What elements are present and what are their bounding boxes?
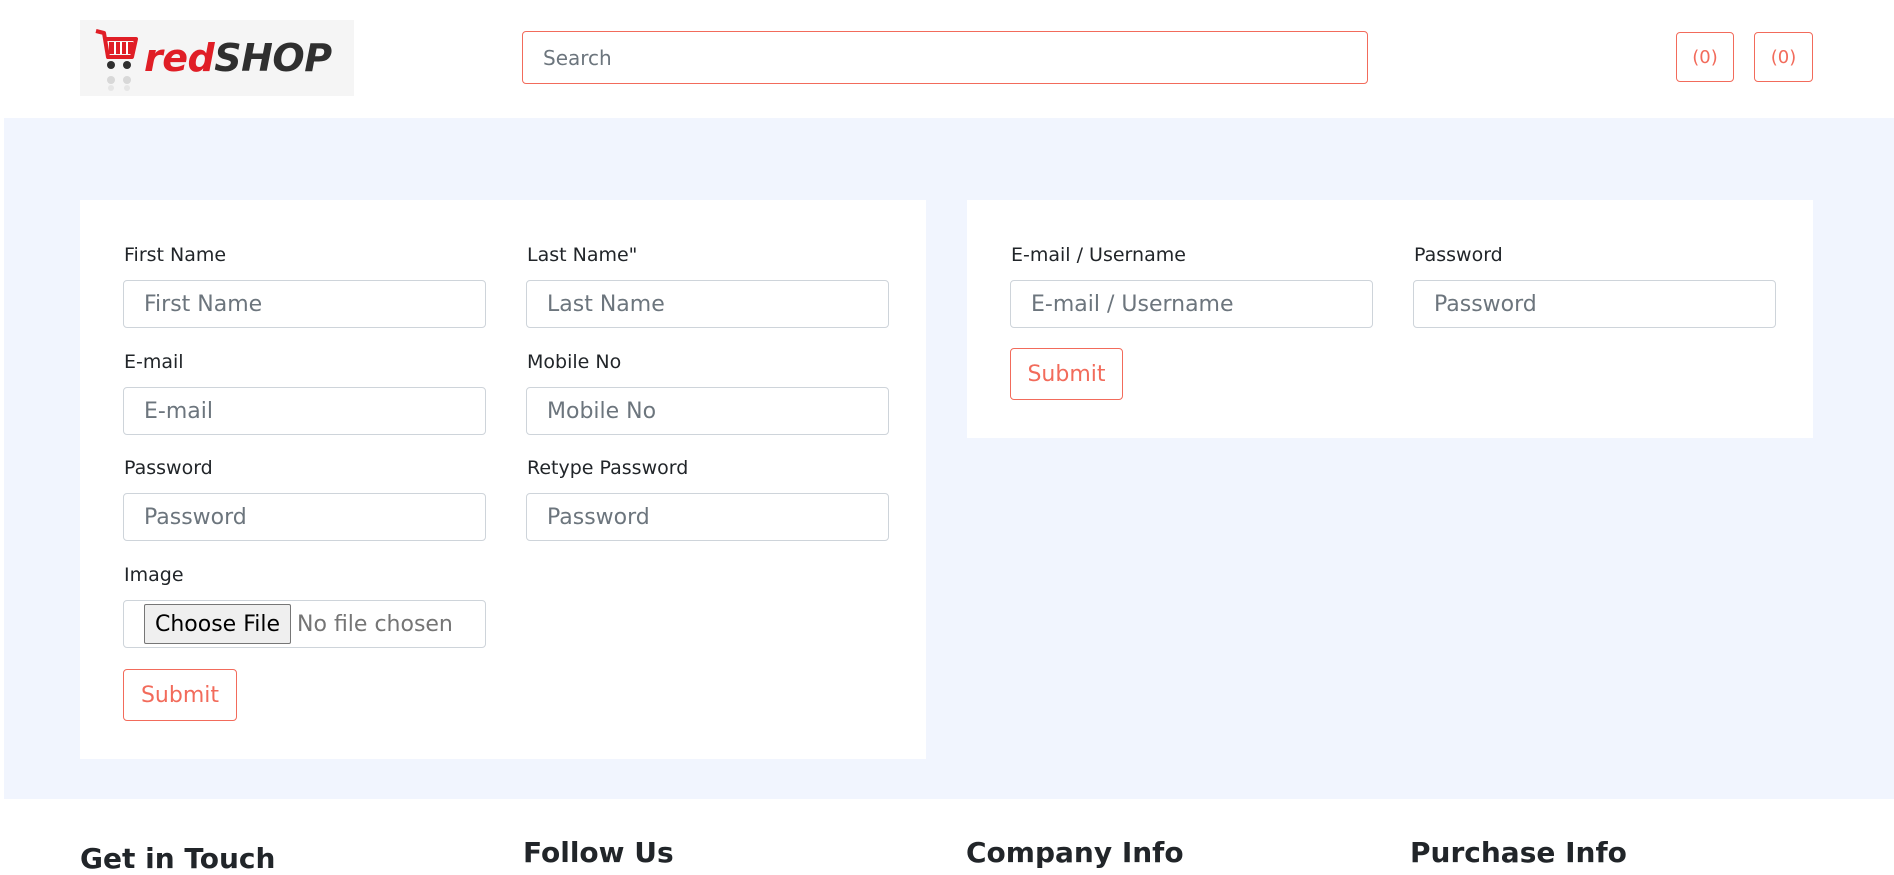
mobile-input[interactable] [526,387,889,435]
email-input[interactable] [123,387,486,435]
email-label: E-mail [124,351,184,373]
login-password-input[interactable] [1413,280,1776,328]
first-name-label: First Name [124,244,227,266]
image-label: Image [124,564,184,586]
first-name-input[interactable] [123,280,486,328]
password-label: Password [124,457,213,479]
site-header: redSHOP (0) (0) [0,0,1894,118]
logo-wordmark: redSHOP [144,36,332,80]
footer-heading-purchase-info: Purchase Info [1410,836,1627,869]
registration-form: First Name Last Name" E-mail Mobile No P… [80,200,926,759]
logo-text-red: red [144,36,215,80]
login-submit-button[interactable]: Submit [1010,348,1123,400]
main-content: First Name Last Name" E-mail Mobile No P… [4,118,1894,799]
search-input[interactable] [522,31,1368,84]
last-name-label: Last Name" [527,244,638,266]
register-submit-button[interactable]: Submit [123,669,237,721]
login-form: E-mail / Username Password Submit [967,200,1813,438]
shopping-cart-icon [95,29,138,91]
retype-password-input[interactable] [526,493,889,541]
password-input[interactable] [123,493,486,541]
username-label: E-mail / Username [1011,244,1186,266]
footer-heading-get-in-touch: Get in Touch [80,842,276,875]
retype-password-label: Retype Password [527,457,689,479]
login-password-label: Password [1414,244,1503,266]
footer-heading-company-info: Company Info [966,836,1184,869]
redshop-logo[interactable]: redSHOP [80,20,354,96]
last-name-input[interactable] [526,280,889,328]
cart-count-button[interactable]: (0) [1676,32,1734,82]
logo-text-dark: SHOP [214,36,332,80]
wishlist-count-button[interactable]: (0) [1754,32,1813,82]
image-file-input[interactable]: Choose File No file chosen [123,600,486,648]
file-status-text: No file chosen [297,611,453,637]
mobile-label: Mobile No [527,351,622,373]
username-input[interactable] [1010,280,1373,328]
choose-file-button[interactable]: Choose File [144,604,292,644]
footer-heading-follow-us: Follow Us [523,836,674,869]
